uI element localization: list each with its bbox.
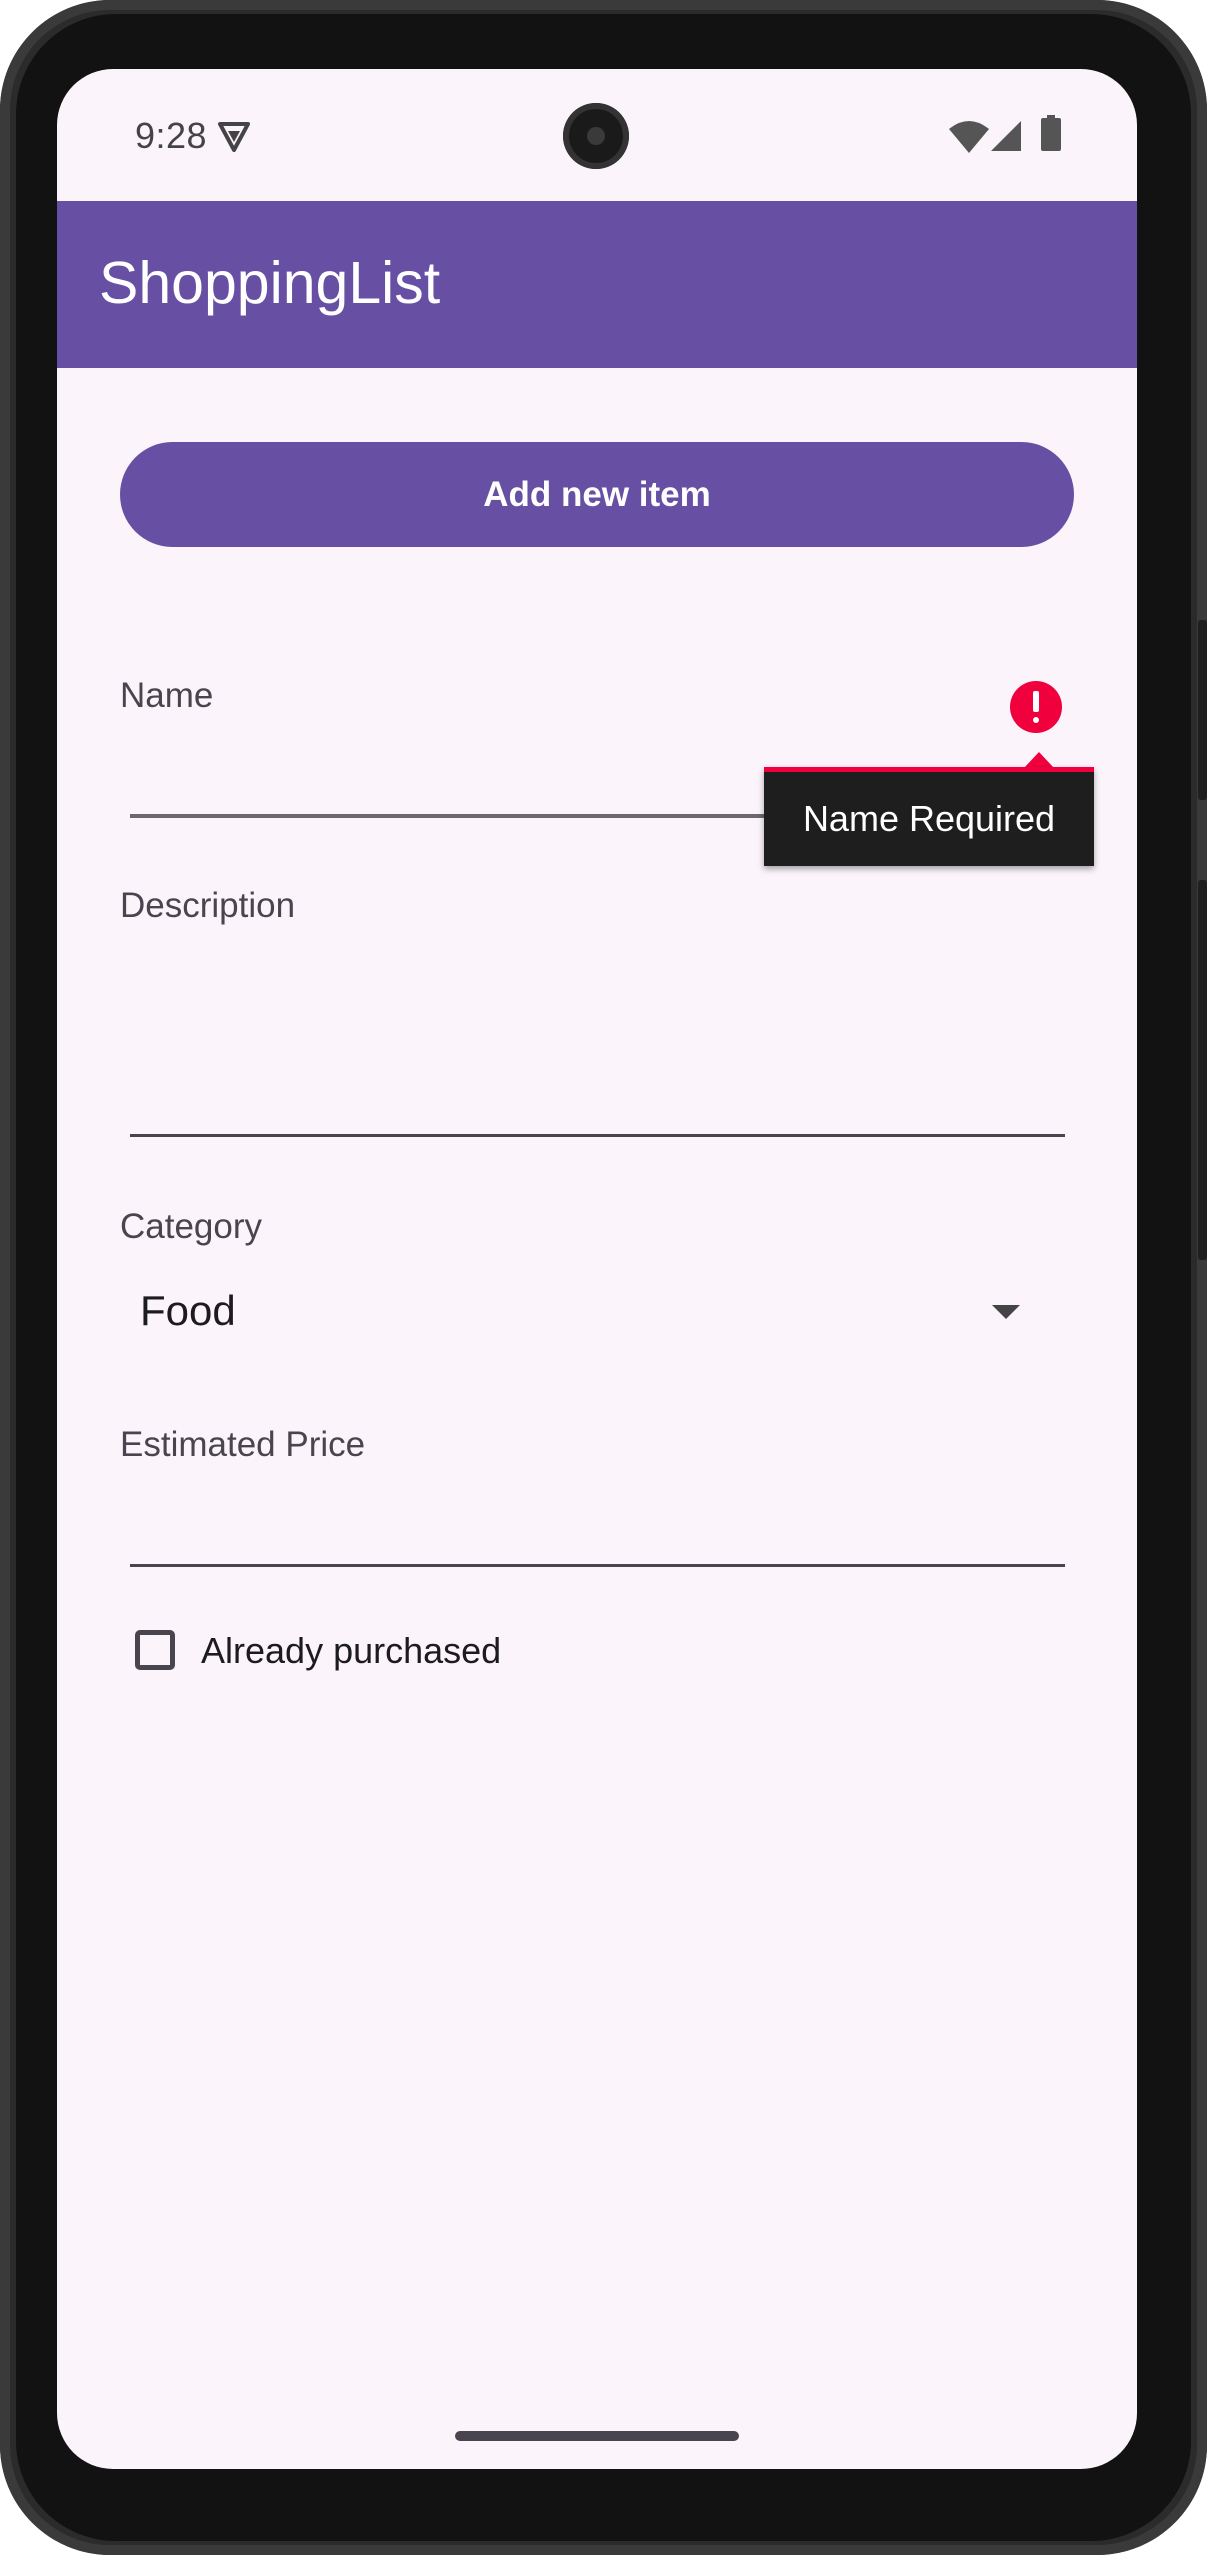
volume-button xyxy=(1198,880,1207,1260)
error-tooltip: Name Required xyxy=(764,767,1094,866)
screen: 9:28 ShoppingList Add new item Name Name… xyxy=(57,69,1137,2469)
already-purchased-checkbox[interactable] xyxy=(135,1630,175,1670)
error-icon[interactable] xyxy=(1010,681,1062,733)
phone-frame: 9:28 ShoppingList Add new item Name Name… xyxy=(0,0,1207,2555)
status-clock: 9:28 xyxy=(135,115,208,156)
price-label: Estimated Price xyxy=(120,1425,366,1464)
already-purchased-row[interactable]: Already purchased xyxy=(135,1624,635,1684)
error-tooltip-text: Name Required xyxy=(802,798,1056,839)
signal-icon xyxy=(991,121,1021,151)
power-button xyxy=(1198,620,1207,800)
gesture-nav-bar[interactable] xyxy=(455,2431,739,2441)
name-label: Name xyxy=(120,676,214,715)
description-field-underline xyxy=(130,1134,1065,1137)
tooltip-arrow xyxy=(1024,752,1054,768)
price-field-underline xyxy=(130,1564,1065,1567)
description-field[interactable] xyxy=(130,929,1065,1129)
category-select[interactable]: Food xyxy=(120,1267,1074,1357)
chevron-down-icon xyxy=(992,1305,1020,1319)
battery-icon xyxy=(1041,115,1061,151)
already-purchased-label: Already purchased xyxy=(201,1630,502,1671)
wifi-icon xyxy=(949,121,989,153)
category-selected-value: Food xyxy=(140,1287,236,1334)
front-camera xyxy=(563,103,629,169)
price-field[interactable] xyxy=(130,1469,1065,1559)
description-label: Description xyxy=(120,886,296,925)
add-new-item-button[interactable]: Add new item xyxy=(120,442,1074,547)
status-bar: 9:28 xyxy=(57,69,1137,201)
app-bar: ShoppingList xyxy=(57,201,1137,368)
vpn-key-icon xyxy=(218,122,250,152)
category-label: Category xyxy=(120,1207,263,1246)
app-title: ShoppingList xyxy=(99,250,441,316)
